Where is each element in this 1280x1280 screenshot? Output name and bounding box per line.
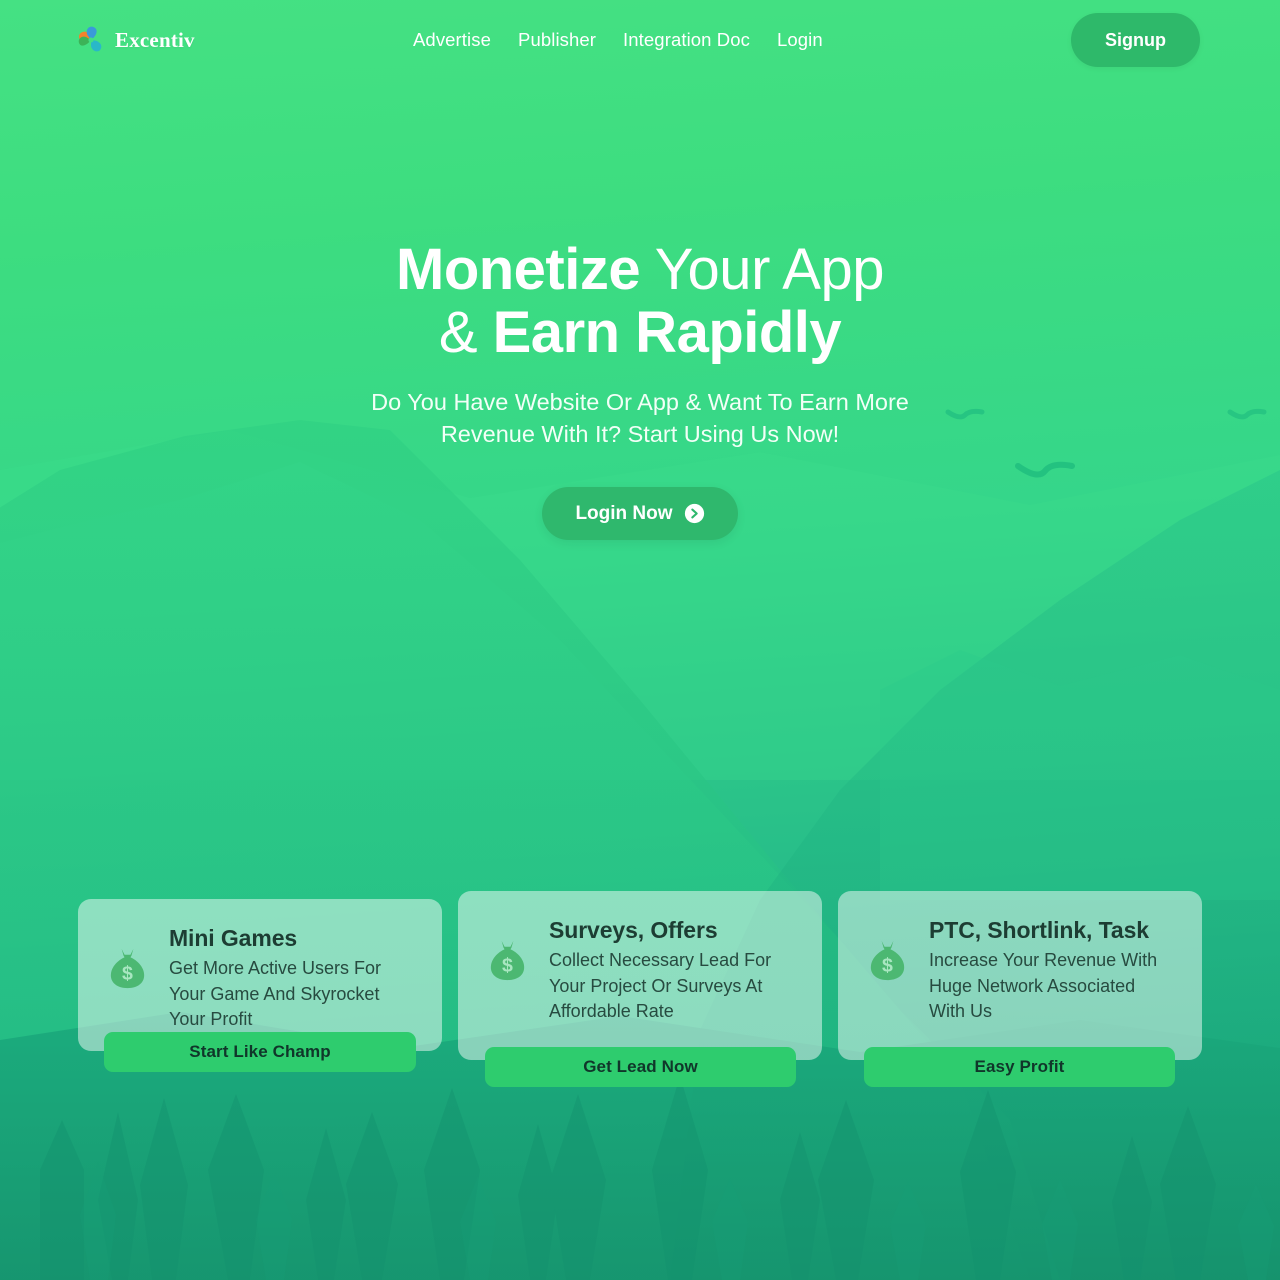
svg-text:$: $ (122, 962, 133, 984)
signup-button[interactable]: Signup (1071, 13, 1200, 67)
feature-card-mini-games[interactable]: $ Mini Games Get More Active Users For Y… (78, 899, 442, 1051)
hero-cta-wrap: Login Now (0, 487, 1280, 540)
money-bag-icon: $ (870, 940, 905, 981)
hero-subtitle: Do You Have Website Or App & Want To Ear… (0, 386, 1280, 450)
nav-item-integration-doc[interactable]: Integration Doc (623, 29, 750, 51)
nav-item-login[interactable]: Login (777, 29, 823, 51)
start-like-champ-button[interactable]: Start Like Champ (104, 1032, 416, 1072)
feature-card-surveys-offers[interactable]: $ Surveys, Offers Collect Necessary Lead… (458, 891, 822, 1060)
arrow-right-circle-icon (684, 503, 704, 524)
money-bag-icon: $ (110, 948, 145, 989)
login-now-label: Login Now (575, 502, 673, 524)
hero-title-bold-2: Earn Rapidly (492, 300, 842, 365)
easy-profit-button[interactable]: Easy Profit (864, 1047, 1175, 1087)
card-title: PTC, Shortlink, Task (929, 917, 1149, 943)
card-body: $ PTC, Shortlink, Task Increase Your Rev… (838, 891, 1202, 1047)
feature-card-ptc-shortlink-task[interactable]: $ PTC, Shortlink, Task Increase Your Rev… (838, 891, 1202, 1060)
money-bag-icon: $ (490, 940, 525, 981)
card-body: $ Surveys, Offers Collect Necessary Lead… (458, 891, 822, 1047)
get-lead-now-button[interactable]: Get Lead Now (485, 1047, 796, 1087)
login-now-button[interactable]: Login Now (542, 487, 738, 540)
card-description: Get More Active Users For Your Game And … (169, 958, 382, 1029)
card-description: Collect Necessary Lead For Your Project … (549, 950, 772, 1021)
site-header: Excentiv Advertise Publisher Integration… (0, 0, 1280, 80)
svg-text:$: $ (882, 954, 893, 976)
card-text: Mini Games Get More Active Users For You… (169, 923, 416, 1033)
hero-subtitle-line2: Revenue With It? Start Using Us Now! (440, 421, 840, 447)
card-description: Increase Your Revenue With Huge Network … (929, 950, 1158, 1021)
card-title: Mini Games (169, 925, 298, 951)
pinwheel-logo-icon (78, 26, 102, 52)
main-navigation: Advertise Publisher Integration Doc Logi… (165, 29, 1071, 51)
card-text: PTC, Shortlink, Task Increase Your Reven… (929, 915, 1176, 1025)
hero-title-light-1: Your App (640, 237, 885, 302)
card-title: Surveys, Offers (549, 917, 718, 943)
hero-subtitle-line1: Do You Have Website Or App & Want To Ear… (371, 389, 909, 415)
nav-item-advertise[interactable]: Advertise (413, 29, 491, 51)
hero-title-light-2: & (438, 300, 493, 365)
page-title: Monetize Your App & Earn Rapidly (0, 238, 1280, 364)
card-text: Surveys, Offers Collect Necessary Lead F… (549, 915, 796, 1025)
nav-item-publisher[interactable]: Publisher (518, 29, 596, 51)
svg-text:$: $ (502, 954, 513, 976)
hero-section: Monetize Your App & Earn Rapidly Do You … (0, 0, 1280, 540)
hero-title-bold-1: Monetize (396, 237, 641, 302)
